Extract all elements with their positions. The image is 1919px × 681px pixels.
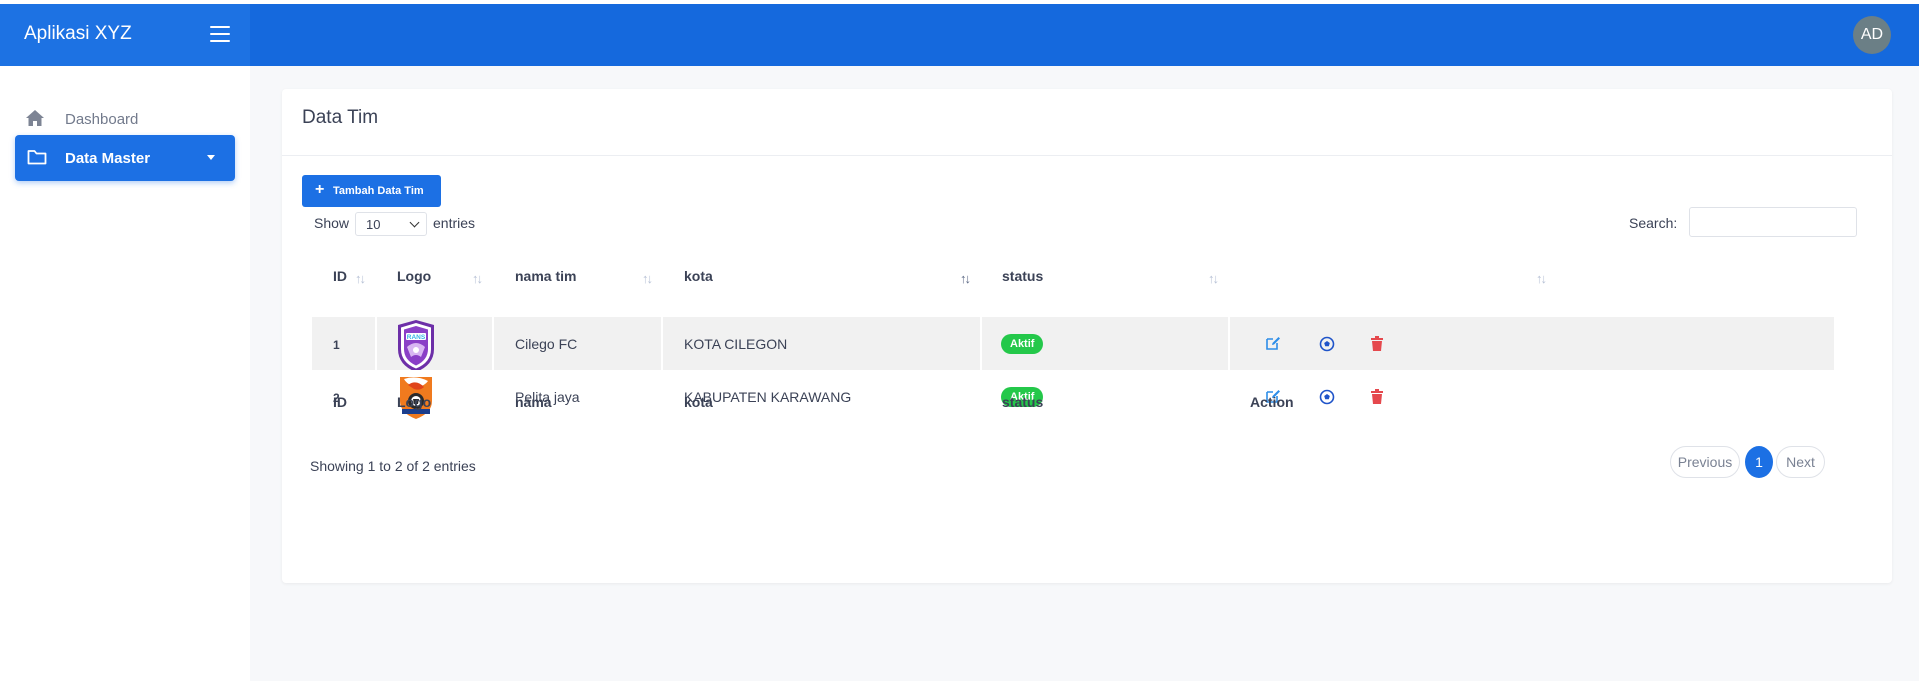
column-divider — [375, 317, 377, 370]
hamburger-menu-icon[interactable] — [210, 26, 230, 44]
cell-kota: KOTA CILEGON — [684, 336, 788, 352]
sort-icon[interactable]: ↑↓ — [642, 271, 653, 286]
sort-asc-icon[interactable]: ↑↓ — [960, 271, 971, 286]
edit-icon[interactable] — [1265, 335, 1281, 351]
column-divider — [492, 317, 494, 370]
entries-select-value: 10 — [366, 217, 381, 232]
chevron-down-icon — [207, 155, 215, 160]
pagination-next[interactable]: Next — [1776, 446, 1825, 478]
trash-icon[interactable] — [1370, 336, 1386, 352]
pagination-previous[interactable]: Previous — [1670, 446, 1740, 478]
add-team-button[interactable]: + Tambah Data Tim — [302, 175, 441, 207]
cell-id: 1 — [333, 338, 340, 352]
divider — [282, 155, 1892, 156]
main-content: Data Tim + Tambah Data Tim Show 10 entri… — [250, 66, 1919, 681]
soccer-ball-icon[interactable] — [1319, 336, 1335, 352]
search-input[interactable] — [1689, 207, 1857, 237]
table-header: ID ↑↓ Logo ↑↓ nama tim ↑↓ kota ↑↓ status… — [282, 249, 1892, 309]
column-header-logo[interactable]: Logo — [397, 268, 431, 284]
column-header-status[interactable]: status — [1002, 268, 1043, 284]
footer-status: status — [1002, 394, 1044, 410]
top-navbar: Aplikasi XYZ AD — [0, 4, 1919, 66]
page-title: Data Tim — [302, 107, 379, 128]
footer-kota: kota — [684, 394, 713, 410]
trash-icon[interactable] — [1370, 389, 1386, 405]
chevron-down-icon — [409, 217, 420, 228]
user-avatar[interactable]: AD — [1853, 16, 1891, 54]
sidebar: Dashboard Data Master — [0, 66, 250, 681]
brand-area: Aplikasi XYZ — [0, 4, 250, 66]
sidebar-item-label: Dashboard — [65, 111, 139, 128]
add-team-button-label: Tambah Data Tim — [333, 185, 424, 197]
column-divider — [980, 317, 982, 370]
app-title[interactable]: Aplikasi XYZ — [24, 23, 132, 45]
footer-nama: nama — [515, 394, 552, 410]
sort-icon[interactable]: ↑↓ — [1536, 271, 1547, 286]
column-divider — [1228, 317, 1230, 370]
entries-label: entries — [433, 215, 476, 231]
entries-select[interactable]: 10 — [355, 212, 427, 236]
search-label: Search: — [1629, 215, 1678, 231]
folder-icon — [27, 149, 47, 169]
footer-action: Action — [1250, 394, 1294, 410]
column-divider — [661, 317, 663, 370]
sort-icon[interactable]: ↑↓ — [472, 271, 483, 286]
footer-logo: Logo — [397, 394, 432, 410]
home-icon — [25, 109, 45, 131]
column-header-id[interactable]: ID — [333, 268, 347, 284]
plus-icon: + — [315, 181, 325, 198]
table-info: Showing 1 to 2 of 2 entries — [310, 458, 476, 474]
column-header-kota[interactable]: kota — [684, 268, 713, 284]
sort-icon[interactable]: ↑↓ — [355, 271, 366, 286]
footer-id: ID — [333, 394, 347, 410]
data-card: Data Tim + Tambah Data Tim Show 10 entri… — [282, 89, 1892, 583]
pagination-page[interactable]: 1 — [1745, 446, 1773, 478]
status-badge: Aktif — [1001, 334, 1044, 354]
column-header-nama-tim[interactable]: nama tim — [515, 268, 576, 284]
show-label: Show — [314, 215, 350, 231]
sidebar-item-label: Data Master — [65, 150, 151, 167]
soccer-ball-icon[interactable] — [1319, 389, 1335, 405]
sort-icon[interactable]: ↑↓ — [1208, 271, 1219, 286]
svg-text:RANS: RANS — [407, 334, 426, 341]
entries-length-control: Show 10 entries — [314, 212, 475, 236]
cell-nama: Cilego FC — [515, 336, 578, 352]
sidebar-item-data-master[interactable]: Data Master — [15, 135, 235, 181]
